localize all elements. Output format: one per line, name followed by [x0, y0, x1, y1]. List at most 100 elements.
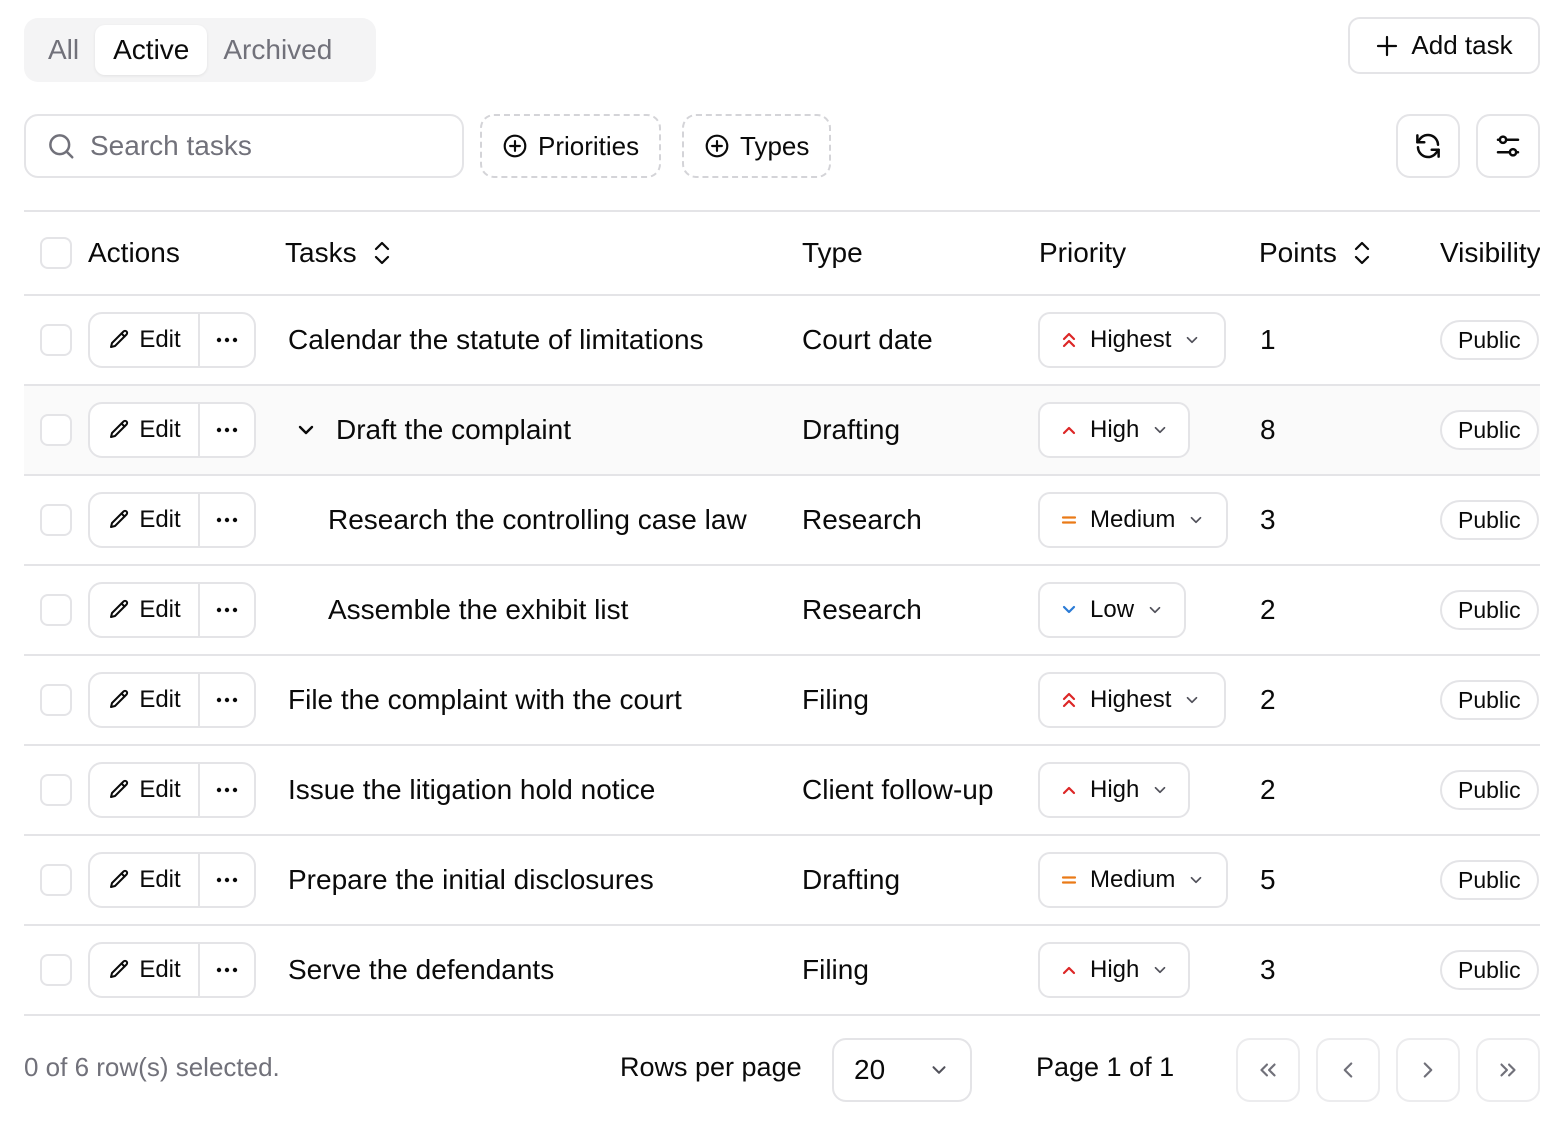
- task-points: 2: [1260, 684, 1276, 715]
- table-row[interactable]: Edit File the complaint with the court F…: [24, 656, 1540, 746]
- priority-label: Low: [1090, 596, 1135, 623]
- priority-select[interactable]: Highest: [1038, 312, 1226, 368]
- select-all-checkbox[interactable]: [40, 237, 72, 269]
- edit-button[interactable]: Edit: [90, 584, 200, 636]
- search-input[interactable]: [90, 130, 420, 162]
- edit-label: Edit: [139, 686, 181, 713]
- last-page-button[interactable]: [1476, 1038, 1540, 1102]
- priority-select[interactable]: High: [1038, 402, 1190, 458]
- types-filter-label: Types: [740, 130, 810, 161]
- chevrons-up-icon: [1062, 692, 1076, 708]
- priority-select[interactable]: Medium: [1038, 492, 1228, 548]
- pencil-icon: [110, 509, 129, 528]
- column-header-priority: Priority: [1039, 237, 1127, 268]
- column-header-points-label: Points: [1259, 237, 1337, 268]
- row-checkbox[interactable]: [40, 414, 72, 446]
- task-title: Draft the complaint: [336, 414, 571, 445]
- search-box: [24, 114, 464, 178]
- sort-icon: [1354, 241, 1369, 265]
- row-actions: Edit: [88, 492, 256, 548]
- chevron-right-icon: [1423, 1062, 1433, 1078]
- first-page-button[interactable]: [1236, 1038, 1300, 1102]
- edit-button[interactable]: Edit: [90, 404, 200, 456]
- row-actions: Edit: [88, 672, 256, 728]
- more-actions-button[interactable]: [200, 404, 254, 456]
- task-title: Assemble the exhibit list: [328, 594, 629, 625]
- next-page-button[interactable]: [1396, 1038, 1460, 1102]
- priorities-filter-button[interactable]: Priorities: [480, 114, 662, 178]
- row-checkbox[interactable]: [40, 504, 72, 536]
- edit-button[interactable]: Edit: [90, 674, 200, 726]
- add-task-button[interactable]: Add task: [1348, 17, 1540, 74]
- refresh-button[interactable]: [1396, 114, 1460, 178]
- task-points: 2: [1260, 774, 1276, 805]
- table-row[interactable]: Edit Issue the litigation hold notice Cl…: [24, 746, 1540, 836]
- edit-button[interactable]: Edit: [90, 944, 200, 996]
- visibility-badge: Public: [1440, 860, 1539, 900]
- tab-active[interactable]: Active: [95, 25, 208, 75]
- chevron-down-icon: [932, 1066, 946, 1074]
- row-checkbox[interactable]: [40, 954, 72, 986]
- column-header-points[interactable]: Points: [1259, 212, 1373, 294]
- more-actions-button[interactable]: [200, 944, 254, 996]
- column-header-tasks[interactable]: Tasks: [285, 212, 393, 294]
- ellipsis-icon: [216, 697, 238, 703]
- table-row[interactable]: Edit Serve the defendants Filing High 3 …: [24, 926, 1540, 1016]
- table-row[interactable]: Edit Calendar the statute of limitations…: [24, 296, 1540, 386]
- previous-page-button[interactable]: [1316, 1038, 1380, 1102]
- more-actions-button[interactable]: [200, 674, 254, 726]
- task-type: Drafting: [802, 414, 901, 445]
- visibility-badge: Public: [1440, 320, 1539, 360]
- row-checkbox[interactable]: [40, 324, 72, 356]
- priority-select[interactable]: Low: [1038, 582, 1186, 638]
- pencil-icon: [110, 599, 129, 618]
- ellipsis-icon: [216, 517, 238, 523]
- table-row[interactable]: Edit Prepare the initial disclosures Dra…: [24, 836, 1540, 926]
- task-title: File the complaint with the court: [288, 684, 682, 715]
- priority-label: Medium: [1090, 866, 1176, 893]
- edit-label: Edit: [139, 866, 181, 893]
- table-row[interactable]: Edit Draft the complaint Drafting High 8…: [24, 386, 1540, 476]
- chevron-up-icon: [1062, 786, 1076, 795]
- more-actions-button[interactable]: [200, 584, 254, 636]
- more-actions-button[interactable]: [200, 494, 254, 546]
- edit-button[interactable]: Edit: [90, 854, 200, 906]
- table-row[interactable]: Edit Assemble the exhibit list Research …: [24, 566, 1540, 656]
- edit-button[interactable]: Edit: [90, 494, 200, 546]
- ellipsis-icon: [216, 337, 238, 343]
- tab-archived[interactable]: Archived: [207, 25, 348, 75]
- row-checkbox[interactable]: [40, 594, 72, 626]
- refresh-icon: [1416, 133, 1440, 159]
- page-indicator: Page 1 of 1: [1036, 1052, 1175, 1082]
- priority-select[interactable]: Medium: [1038, 852, 1228, 908]
- add-task-label: Add task: [1411, 30, 1513, 60]
- row-checkbox[interactable]: [40, 774, 72, 806]
- more-actions-button[interactable]: [200, 314, 254, 366]
- priority-select[interactable]: High: [1038, 942, 1190, 998]
- priority-select[interactable]: Highest: [1038, 672, 1226, 728]
- more-actions-button[interactable]: [200, 854, 254, 906]
- row-checkbox[interactable]: [40, 864, 72, 896]
- column-header-actions: Actions: [88, 237, 180, 268]
- priority-select[interactable]: High: [1038, 762, 1190, 818]
- pencil-icon: [110, 779, 129, 798]
- row-checkbox[interactable]: [40, 684, 72, 716]
- equals-icon: [1061, 876, 1077, 884]
- priority-label: High: [1090, 776, 1140, 803]
- more-actions-button[interactable]: [200, 764, 254, 816]
- plus-circle-icon: [503, 134, 527, 158]
- edit-button[interactable]: Edit: [90, 764, 200, 816]
- tab-all[interactable]: All: [32, 25, 95, 75]
- types-filter-button[interactable]: Types: [682, 114, 832, 178]
- task-type: Drafting: [802, 864, 901, 895]
- edit-button[interactable]: Edit: [90, 314, 200, 366]
- table-row[interactable]: Edit Research the controlling case law R…: [24, 476, 1540, 566]
- view-options-button[interactable]: [1476, 114, 1540, 178]
- plus-circle-icon: [705, 134, 729, 158]
- edit-label: Edit: [139, 326, 181, 353]
- ellipsis-icon: [216, 877, 238, 883]
- priority-label: High: [1090, 956, 1140, 983]
- expand-toggle[interactable]: [288, 412, 324, 448]
- column-header-tasks-label: Tasks: [285, 237, 357, 268]
- rows-per-page-select[interactable]: 20: [832, 1038, 972, 1102]
